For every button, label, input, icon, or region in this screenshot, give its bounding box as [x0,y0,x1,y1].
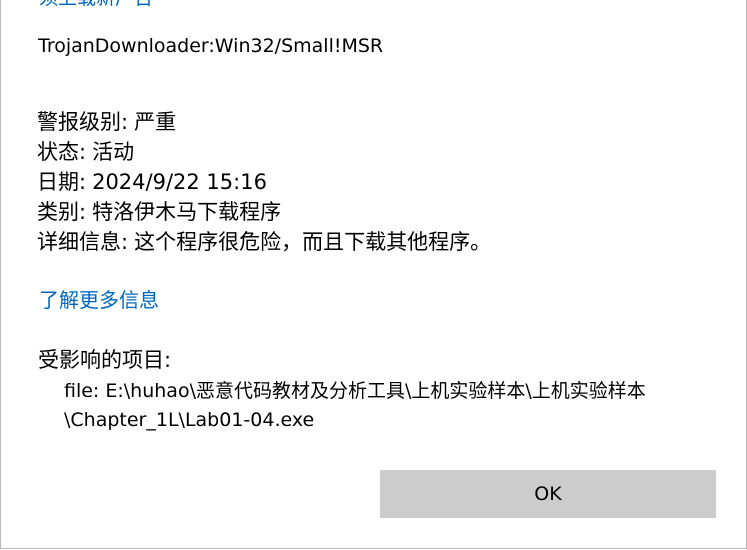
affected-items-heading: 受影响的项目: [38,348,172,372]
detail-label: 状态: [37,140,87,164]
detail-row-category: 类别: 特洛伊木马下载程序 [37,197,491,227]
detail-row-status: 状态: 活动 [37,137,491,167]
detail-label: 日期: [37,170,87,194]
detail-label: 警报级别: [37,110,129,134]
detail-value: 活动 [92,140,135,164]
detail-value: 2024/9/22 15:16 [92,170,267,194]
detail-value: 这个程序很危险，而且下载其他程序。 [134,230,492,254]
detail-label: 类别: [37,200,87,224]
affected-item-line-2: \Chapter_1L\Lab01-04.exe [64,409,315,431]
ok-button[interactable]: OK [380,470,716,518]
detail-row-alert-level: 警报级别: 严重 [37,107,491,137]
clipped-top-link[interactable]: 须上载新广告 [39,0,153,8]
affected-item-path: file: E:\huhao\恶意代码教材及分析工具\上机实验样本\上机实验样本… [64,377,724,435]
detail-row-description: 详细信息: 这个程序很危险，而且下载其他程序。 [37,227,491,257]
learn-more-link[interactable]: 了解更多信息 [39,286,159,314]
threat-name: TrojanDownloader:Win32/Small!MSR [38,35,384,57]
threat-details: 警报级别: 严重 状态: 活动 日期: 2024/9/22 15:16 类别: 特洛伊木… [37,107,491,257]
affected-item-line-1: file: E:\huhao\恶意代码教材及分析工具\上机实验样本\上机实验样本 [64,380,646,402]
dialog-window: 须上载新广告 TrojanDownloader:Win32/Small!MSR … [0,0,747,549]
detail-value: 特洛伊木马下载程序 [92,200,282,224]
detail-value: 严重 [134,110,177,134]
detail-label: 详细信息: [37,230,129,254]
detail-row-date: 日期: 2024/9/22 15:16 [37,167,491,197]
